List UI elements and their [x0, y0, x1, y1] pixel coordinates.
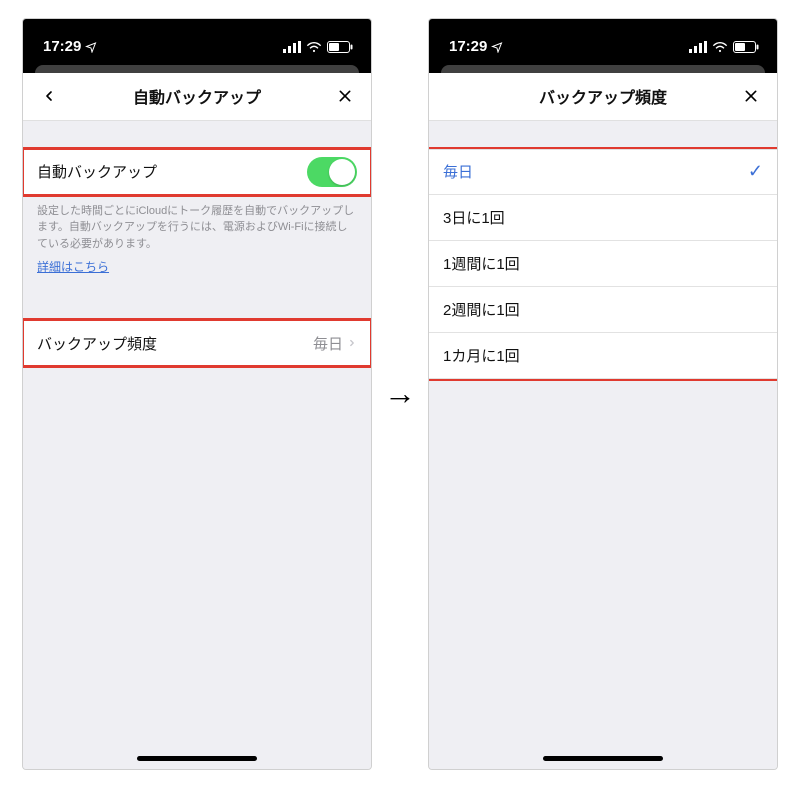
wifi-icon [712, 41, 728, 53]
content-area: 自動バックアップ 設定した時間ごとにiCloudにトーク履歴を自動でバックアップ… [23, 121, 371, 769]
chevron-right-icon [347, 336, 357, 350]
content-area: 毎日 ✓ 3日に1回 1週間に1回 2週間に1回 1カ月に1回 [429, 121, 777, 769]
battery-icon [733, 41, 759, 53]
battery-icon [327, 41, 353, 53]
home-indicator [543, 756, 663, 761]
frequency-option-1month[interactable]: 1カ月に1回 [429, 333, 777, 379]
location-icon [491, 41, 503, 53]
auto-backup-label: 自動バックアップ [37, 161, 307, 182]
back-button[interactable] [37, 84, 61, 108]
nav-bar: バックアップ頻度 [429, 73, 777, 121]
frequency-option-3days[interactable]: 3日に1回 [429, 195, 777, 241]
status-bar: 17:29 [23, 19, 371, 65]
details-link[interactable]: 詳細はこちら [23, 254, 123, 275]
location-icon [85, 41, 97, 53]
nav-title: バックアップ頻度 [539, 84, 667, 108]
wifi-icon [306, 41, 322, 53]
backup-frequency-row[interactable]: バックアップ頻度 毎日 [23, 320, 371, 366]
auto-backup-toggle-row[interactable]: 自動バックアップ [23, 149, 371, 195]
auto-backup-description: 設定した時間ごとにiCloudにトーク履歴を自動でバックアップします。自動バック… [23, 195, 371, 255]
nav-title: 自動バックアップ [133, 84, 261, 108]
close-button[interactable] [333, 84, 357, 108]
home-indicator [137, 756, 257, 761]
close-icon [743, 88, 759, 104]
cellular-icon [689, 41, 707, 53]
frequency-options-list: 毎日 ✓ 3日に1回 1週間に1回 2週間に1回 1カ月に1回 [429, 149, 777, 379]
backup-frequency-label: バックアップ頻度 [37, 333, 313, 354]
frequency-option-2weeks[interactable]: 2週間に1回 [429, 287, 777, 333]
status-time: 17:29 [449, 38, 487, 55]
option-label: 3日に1回 [443, 207, 763, 228]
cellular-icon [283, 41, 301, 53]
phone-right: 17:29 バックアップ頻度 毎日 ✓ 3日に1回 1週間に1回 [428, 18, 778, 770]
option-label: 1週間に1回 [443, 253, 763, 274]
sheet-grabber [23, 65, 371, 73]
frequency-option-daily[interactable]: 毎日 ✓ [429, 149, 777, 195]
frequency-option-1week[interactable]: 1週間に1回 [429, 241, 777, 287]
sheet-grabber [429, 65, 777, 73]
phone-left: 17:29 自動バックアップ 自動バックアップ 設定した時間ごとにiCloudに… [22, 18, 372, 770]
status-bar: 17:29 [429, 19, 777, 65]
check-icon: ✓ [748, 161, 763, 182]
auto-backup-toggle[interactable] [307, 157, 357, 187]
backup-frequency-value: 毎日 [313, 333, 343, 354]
close-button[interactable] [739, 84, 763, 108]
close-icon [337, 88, 353, 104]
option-label: 2週間に1回 [443, 299, 763, 320]
arrow-icon: → [384, 375, 416, 412]
chevron-left-icon [41, 88, 57, 104]
option-label: 1カ月に1回 [443, 345, 763, 366]
status-time: 17:29 [43, 38, 81, 55]
option-label: 毎日 [443, 161, 748, 182]
nav-bar: 自動バックアップ [23, 73, 371, 121]
